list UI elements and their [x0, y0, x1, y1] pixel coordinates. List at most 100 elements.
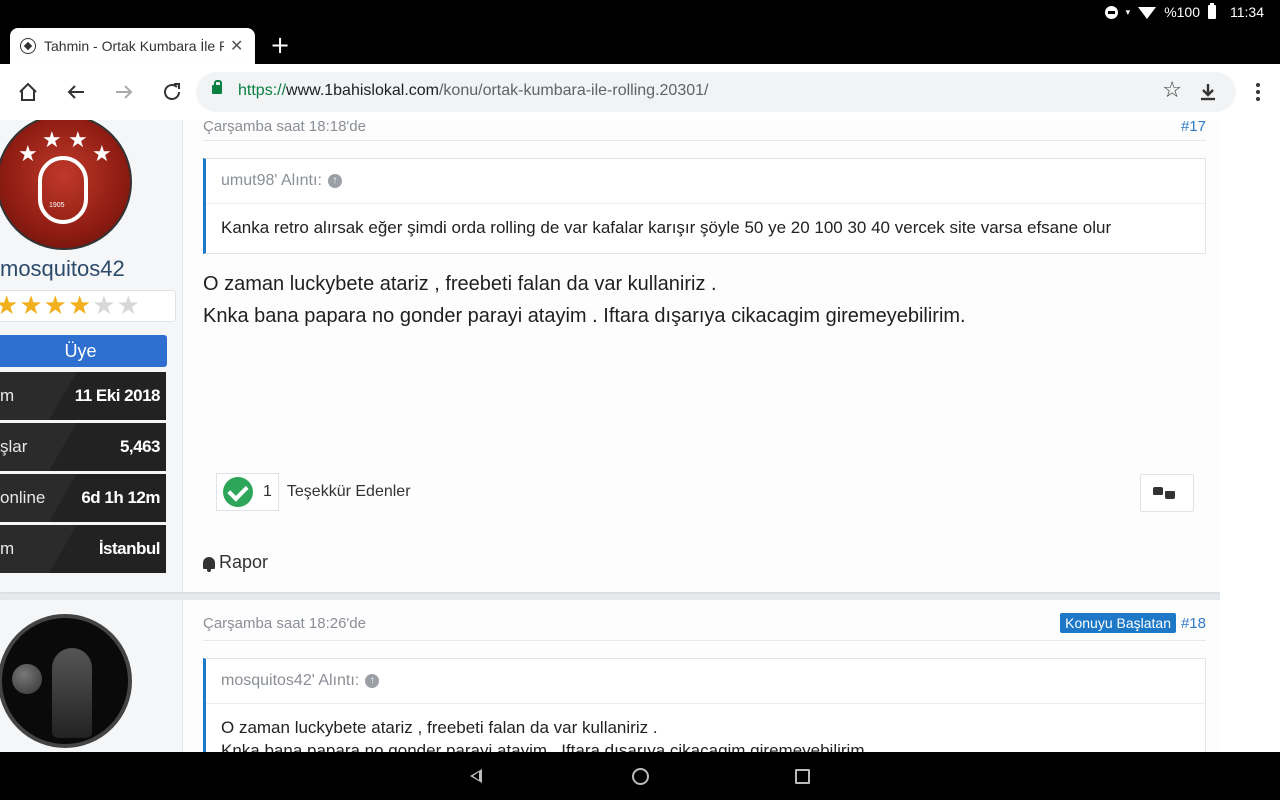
- download-icon[interactable]: [1196, 80, 1220, 104]
- browser-toolbar: https://www.1bahislokal.com/konu/ortak-k…: [0, 64, 1280, 120]
- emblem-year: 1905: [49, 202, 65, 209]
- star-filled-icon: ★: [43, 291, 67, 321]
- home-button[interactable]: [14, 78, 42, 106]
- post-number[interactable]: #17: [1181, 120, 1206, 135]
- nav-recents-icon[interactable]: [795, 769, 810, 784]
- user-rank-badge: Üye: [0, 335, 167, 367]
- post-message: Çarşamba saat 18:18'de #17 umut98' Alınt…: [183, 120, 1220, 592]
- player-silhouette: [52, 648, 92, 738]
- secure-lock-icon: [212, 80, 222, 94]
- stat-row: m 11 Eki 2018: [0, 372, 166, 420]
- quote-block: mosquitos42' Alıntı: ↑ O zaman luckybete …: [203, 658, 1206, 752]
- quote-author: umut98' Alıntı:: [221, 172, 322, 189]
- forum-post: Çarşamba saat 18:26'de Konuyu Başlatan #…: [0, 600, 1220, 752]
- page-margin: [1220, 120, 1280, 752]
- reload-icon: [164, 83, 180, 100]
- battery-percent: %100: [1164, 4, 1200, 20]
- star-filled-icon: ★: [0, 293, 18, 319]
- stat-key: m: [0, 539, 15, 558]
- signal-caret-icon: ▾: [1125, 6, 1131, 17]
- username[interactable]: mosquitos42: [0, 256, 125, 282]
- stat-value: İstanbul: [98, 539, 161, 558]
- quote-header[interactable]: umut98' Alıntı: ↑: [206, 159, 1205, 204]
- user-rating-stars: ★ ★ ★ ★ ★ ★: [0, 290, 176, 322]
- back-button[interactable]: [62, 78, 90, 106]
- reload-button[interactable]: [158, 78, 186, 106]
- galatasaray-emblem: [38, 156, 88, 224]
- battery-icon: [1208, 3, 1216, 19]
- post-message: Çarşamba saat 18:26'de Konuyu Başlatan #…: [183, 600, 1220, 752]
- bookmark-star-icon[interactable]: ☆: [1162, 78, 1182, 103]
- stat-value: 11 Eki 2018: [74, 386, 161, 405]
- tab-title: Tahmin - Ortak Kumbara İle R: [44, 38, 224, 54]
- post-user-info: [0, 600, 183, 752]
- back-arrow-icon: [67, 85, 84, 99]
- stat-row: online 6d 1h 12m: [0, 474, 166, 522]
- post-user-info: ★ ★ ★ ★ 1905 mosquitos42 ★ ★ ★ ★ ★ ★ Üye…: [0, 120, 183, 592]
- url-host: www.1bahislokal.com: [286, 82, 439, 99]
- post-number[interactable]: #18: [1181, 615, 1206, 632]
- post-body-line: O zaman luckybete atariz , freebeti fala…: [203, 273, 717, 295]
- browser-tab[interactable]: Tahmin - Ortak Kumbara İle R ✕: [10, 28, 255, 64]
- browser-menu-button[interactable]: [1248, 78, 1268, 106]
- thanks-count: 1: [263, 483, 272, 500]
- quote-line: O zaman luckybete atariz , freebeti fala…: [221, 718, 658, 737]
- url-scheme: https://: [238, 82, 287, 99]
- user-stats: m 11 Eki 2018 şlar 5,463 online 6d 1h 12m m…: [0, 372, 166, 576]
- user-avatar[interactable]: ★ ★ ★ ★ 1905: [0, 120, 132, 250]
- user-avatar[interactable]: [0, 614, 132, 748]
- nav-home-icon[interactable]: [632, 768, 649, 785]
- do-not-disturb-icon: [1104, 5, 1118, 19]
- new-tab-button[interactable]: +: [270, 32, 290, 58]
- thumbs-up-icon: [1153, 487, 1163, 495]
- report-label: Rapor: [219, 552, 269, 572]
- go-to-quote-icon[interactable]: ↑: [327, 174, 342, 188]
- wifi-icon: [1138, 6, 1157, 19]
- close-tab-icon[interactable]: ✕: [230, 36, 243, 56]
- go-to-quote-icon[interactable]: ↑: [365, 674, 380, 688]
- thumbs-down-icon: [1165, 491, 1175, 499]
- clock: 11:34: [1230, 4, 1264, 20]
- reactions-bar: 1 Teşekkür Edenler: [216, 473, 411, 511]
- forward-button[interactable]: [110, 78, 138, 106]
- post-divider: [203, 640, 1206, 641]
- stat-key: online: [0, 488, 46, 507]
- nav-back-icon[interactable]: [470, 769, 482, 783]
- forum-post: ★ ★ ★ ★ 1905 mosquitos42 ★ ★ ★ ★ ★ ★ Üye…: [0, 120, 1220, 592]
- address-bar[interactable]: https://www.1bahislokal.com/konu/ortak-k…: [196, 72, 1236, 112]
- quote-header[interactable]: mosquitos42' Alıntı: ↑: [206, 659, 1205, 704]
- star-empty-icon: ★: [92, 291, 116, 321]
- quote-text: Kanka retro alırsak eğer şimdi orda roll…: [221, 218, 1112, 237]
- checkmark-icon: [223, 477, 253, 507]
- stat-key: şlar: [0, 437, 28, 456]
- quote-text: O zaman luckybete atariz , freebeti fala…: [206, 704, 1205, 752]
- forward-arrow-icon: [116, 85, 133, 99]
- forum-page: ★ ★ ★ ★ 1905 mosquitos42 ★ ★ ★ ★ ★ ★ Üye…: [0, 120, 1280, 752]
- post-date[interactable]: Çarşamba saat 18:18'de: [203, 120, 366, 135]
- thanks-label[interactable]: Teşekkür Edenler: [287, 483, 411, 501]
- stat-key: m: [0, 386, 15, 405]
- star-empty-icon: ★: [116, 291, 140, 321]
- quote-author: mosquitos42' Alıntı:: [221, 672, 360, 689]
- quote-block: umut98' Alıntı: ↑ Kanka retro alırsak eğe…: [203, 158, 1206, 254]
- report-link[interactable]: Rapor: [203, 552, 268, 573]
- url-path: /konu/ortak-kumbara-ile-rolling.20301/: [438, 82, 709, 99]
- star-filled-icon: ★: [19, 291, 43, 321]
- react-button[interactable]: [1140, 474, 1194, 512]
- thanks-reaction[interactable]: 1: [216, 473, 279, 511]
- stat-value: 5,463: [119, 437, 161, 456]
- thread-starter-badge: Konuyu Başlatan: [1060, 613, 1176, 633]
- bell-icon: [203, 556, 215, 572]
- navigation-bar: [0, 752, 1280, 800]
- post-body-line: Knka bana papara no gonder parayi atayim…: [203, 305, 966, 327]
- post-date[interactable]: Çarşamba saat 18:26'de: [203, 615, 366, 632]
- post-body: O zaman luckybete atariz , freebeti fala…: [203, 268, 966, 332]
- soccer-ball-favicon-icon: [20, 38, 36, 54]
- post-divider: [203, 140, 1206, 141]
- url-text[interactable]: https://www.1bahislokal.com/konu/ortak-k…: [238, 82, 708, 100]
- stat-value: 6d 1h 12m: [81, 488, 160, 507]
- stat-row: m İstanbul: [0, 525, 166, 573]
- stat-row: şlar 5,463: [0, 423, 166, 471]
- quote-line: Knka bana papara no gonder parayi atayim…: [221, 741, 870, 752]
- tab-strip: Tahmin - Ortak Kumbara İle R ✕: [0, 26, 1280, 64]
